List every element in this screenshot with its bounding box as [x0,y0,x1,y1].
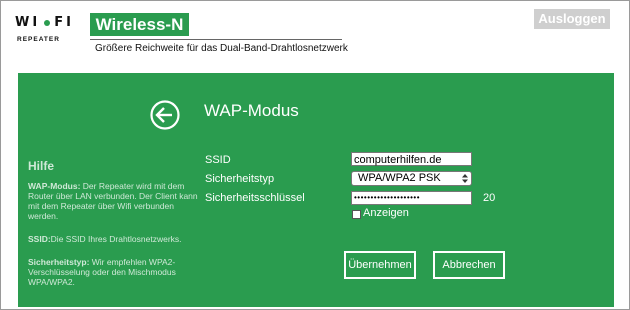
help-item-wap: WAP-Modus: Der Repeater wird mit dem Rou… [28,181,203,221]
subtitle-divider [90,39,342,40]
select-arrows-icon [462,174,468,183]
help-item-security-type: Sicherheitstyp: Wir empfehlen WPA2-Versc… [28,257,203,287]
help-title: Hilfe [28,159,55,173]
show-key-checkbox[interactable] [352,210,361,219]
logo-text-left: WI [15,15,41,30]
page-title: WAP-Modus [204,101,299,120]
security-key-length: 20 [483,192,496,204]
cancel-button[interactable]: Abbrechen [433,251,505,279]
ssid-input[interactable]: computerhilfen.de [351,152,472,166]
logout-button[interactable]: Ausloggen [534,9,610,29]
help-item-ssid: SSID:Die SSID Ihres Drahtlosnetzwerks. [28,234,203,244]
help-text: Die SSID Ihres Drahtlosnetzwerks. [50,234,182,244]
logo-main: WI FI [15,15,79,30]
ssid-label: SSID [205,154,231,166]
page-frame: WI FI REPEATER Wireless-N Größere Reichw… [0,0,630,310]
brand-title: Wireless-N [90,13,189,36]
back-arrow-circle-icon[interactable] [150,100,180,130]
logo-text-right: FI [54,15,74,30]
logo-dot-icon [44,19,51,26]
security-key-label: Sicherheitsschlüssel [205,192,305,204]
help-term: WAP-Modus: [28,181,81,191]
content-panel: WAP-Modus Hilfe WAP-Modus: Der Repeater … [18,73,614,307]
help-term: SSID: [28,234,51,244]
page-subtitle: Größere Reichweite für das Dual-Band-Dra… [95,43,348,54]
security-type-value: WPA/WPA2 PSK [358,172,441,184]
help-term: Sicherheitstyp: [28,257,90,267]
wifi-repeater-logo: WI FI REPEATER [15,15,79,43]
security-type-label: Sicherheitstyp [205,173,275,185]
apply-button[interactable]: Übernehmen [344,251,416,279]
security-type-select[interactable]: WPA/WPA2 PSK [351,171,472,186]
show-key-label: Anzeigen [363,207,409,219]
logo-subtext: REPEATER [17,36,60,43]
help-section: Hilfe WAP-Modus: Der Repeater wird mit d… [28,159,203,300]
security-key-input[interactable]: •••••••••••••••••••• [351,191,472,205]
